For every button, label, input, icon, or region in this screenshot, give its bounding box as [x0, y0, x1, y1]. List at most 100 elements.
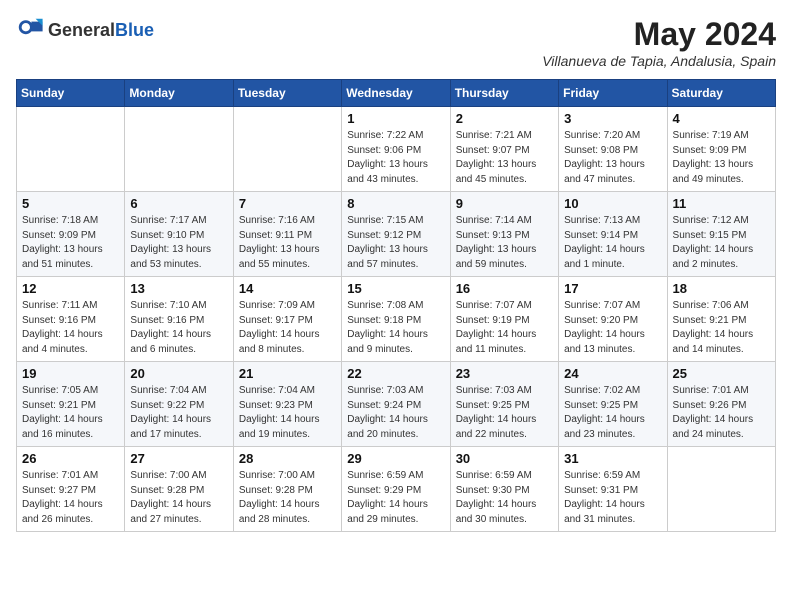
day-info: Sunrise: 7:16 AM Sunset: 9:11 PM Dayligh…	[239, 214, 336, 272]
title-area: May 2024 Villanueva de Tapia, Andalusia,…	[542, 16, 776, 69]
day-number: 19	[22, 366, 119, 381]
calendar-cell: 22 Sunrise: 7:03 AM Sunset: 9:24 PM Dayli…	[342, 362, 450, 447]
day-of-week-saturday: Saturday	[667, 80, 775, 107]
day-number: 5	[22, 196, 119, 211]
day-number: 15	[347, 281, 444, 296]
day-info: Sunrise: 6:59 AM Sunset: 9:29 PM Dayligh…	[347, 469, 444, 527]
calendar-cell: 31 Sunrise: 6:59 AM Sunset: 9:31 PM Dayli…	[559, 447, 667, 532]
calendar-cell: 2 Sunrise: 7:21 AM Sunset: 9:07 PM Daylig…	[450, 107, 558, 192]
calendar-cell: 24Sunrise: 7:02 AM Sunset: 9:25 PM Dayli…	[559, 362, 667, 447]
day-number: 16	[456, 281, 553, 296]
day-number: 23	[456, 366, 553, 381]
calendar-cell: 20 Sunrise: 7:04 AM Sunset: 9:22 PM Dayli…	[125, 362, 233, 447]
day-info: Sunrise: 7:11 AM Sunset: 9:16 PM Dayligh…	[22, 299, 119, 357]
calendar-cell: 21 Sunrise: 7:04 AM Sunset: 9:23 PM Dayli…	[233, 362, 341, 447]
day-number: 10	[564, 196, 661, 211]
day-info: Sunrise: 7:01 AM Sunset: 9:26 PM Dayligh…	[673, 384, 770, 442]
day-number: 13	[130, 281, 227, 296]
calendar-cell: 28 Sunrise: 7:00 AM Sunset: 9:28 PM Dayli…	[233, 447, 341, 532]
day-info: Sunrise: 7:21 AM Sunset: 9:07 PM Dayligh…	[456, 129, 553, 187]
week-row-3: 12 Sunrise: 7:11 AM Sunset: 9:16 PM Dayli…	[17, 277, 776, 362]
day-info: Sunrise: 7:01 AM Sunset: 9:27 PM Dayligh…	[22, 469, 119, 527]
calendar-cell	[667, 447, 775, 532]
day-info: Sunrise: 6:59 AM Sunset: 9:30 PM Dayligh…	[456, 469, 553, 527]
day-info: Sunrise: 7:07 AM Sunset: 9:20 PM Dayligh…	[564, 299, 661, 357]
calendar-cell: 1 Sunrise: 7:22 AM Sunset: 9:06 PM Daylig…	[342, 107, 450, 192]
day-number: 31	[564, 451, 661, 466]
day-number: 20	[130, 366, 227, 381]
day-number: 28	[239, 451, 336, 466]
calendar-cell	[233, 107, 341, 192]
week-row-2: 5 Sunrise: 7:18 AM Sunset: 9:09 PM Daylig…	[17, 192, 776, 277]
day-number: 21	[239, 366, 336, 381]
day-info: Sunrise: 7:18 AM Sunset: 9:09 PM Dayligh…	[22, 214, 119, 272]
week-row-4: 19 Sunrise: 7:05 AM Sunset: 9:21 PM Dayli…	[17, 362, 776, 447]
calendar-cell: 17 Sunrise: 7:07 AM Sunset: 9:20 PM Dayli…	[559, 277, 667, 362]
day-number: 18	[673, 281, 770, 296]
day-of-week-friday: Friday	[559, 80, 667, 107]
calendar-cell: 18 Sunrise: 7:06 AM Sunset: 9:21 PM Dayli…	[667, 277, 775, 362]
calendar-cell	[17, 107, 125, 192]
calendar-cell: 29 Sunrise: 6:59 AM Sunset: 9:29 PM Dayli…	[342, 447, 450, 532]
day-number: 4	[673, 111, 770, 126]
logo: GeneralBlue	[16, 16, 154, 44]
day-info: Sunrise: 7:04 AM Sunset: 9:22 PM Dayligh…	[130, 384, 227, 442]
day-number: 12	[22, 281, 119, 296]
day-info: Sunrise: 7:12 AM Sunset: 9:15 PM Dayligh…	[673, 214, 770, 272]
day-number: 29	[347, 451, 444, 466]
day-info: Sunrise: 7:03 AM Sunset: 9:25 PM Dayligh…	[456, 384, 553, 442]
day-info: Sunrise: 7:15 AM Sunset: 9:12 PM Dayligh…	[347, 214, 444, 272]
day-number: 9	[456, 196, 553, 211]
day-number: 7	[239, 196, 336, 211]
day-info: Sunrise: 7:22 AM Sunset: 9:06 PM Dayligh…	[347, 129, 444, 187]
day-number: 30	[456, 451, 553, 466]
day-info: Sunrise: 7:04 AM Sunset: 9:23 PM Dayligh…	[239, 384, 336, 442]
day-number: 14	[239, 281, 336, 296]
day-of-week-sunday: Sunday	[17, 80, 125, 107]
day-info: Sunrise: 7:03 AM Sunset: 9:24 PM Dayligh…	[347, 384, 444, 442]
day-number: 24	[564, 366, 661, 381]
day-info: Sunrise: 7:06 AM Sunset: 9:21 PM Dayligh…	[673, 299, 770, 357]
day-number: 27	[130, 451, 227, 466]
calendar-cell: 26 Sunrise: 7:01 AM Sunset: 9:27 PM Dayli…	[17, 447, 125, 532]
calendar-cell: 6Sunrise: 7:17 AM Sunset: 9:10 PM Daylig…	[125, 192, 233, 277]
calendar-cell: 14Sunrise: 7:09 AM Sunset: 9:17 PM Dayli…	[233, 277, 341, 362]
day-info: Sunrise: 7:00 AM Sunset: 9:28 PM Dayligh…	[130, 469, 227, 527]
day-info: Sunrise: 7:00 AM Sunset: 9:28 PM Dayligh…	[239, 469, 336, 527]
day-info: Sunrise: 7:19 AM Sunset: 9:09 PM Dayligh…	[673, 129, 770, 187]
calendar-cell: 27 Sunrise: 7:00 AM Sunset: 9:28 PM Dayli…	[125, 447, 233, 532]
day-number: 22	[347, 366, 444, 381]
logo-icon	[16, 16, 44, 44]
day-of-week-wednesday: Wednesday	[342, 80, 450, 107]
header: GeneralBlue May 2024 Villanueva de Tapia…	[16, 16, 776, 69]
day-info: Sunrise: 7:08 AM Sunset: 9:18 PM Dayligh…	[347, 299, 444, 357]
day-info: Sunrise: 7:07 AM Sunset: 9:19 PM Dayligh…	[456, 299, 553, 357]
day-info: Sunrise: 7:13 AM Sunset: 9:14 PM Dayligh…	[564, 214, 661, 272]
day-of-week-monday: Monday	[125, 80, 233, 107]
calendar-cell: 25 Sunrise: 7:01 AM Sunset: 9:26 PM Dayli…	[667, 362, 775, 447]
calendar-cell: 5 Sunrise: 7:18 AM Sunset: 9:09 PM Daylig…	[17, 192, 125, 277]
day-number: 8	[347, 196, 444, 211]
week-row-1: 1 Sunrise: 7:22 AM Sunset: 9:06 PM Daylig…	[17, 107, 776, 192]
calendar-cell: 8 Sunrise: 7:15 AM Sunset: 9:12 PM Daylig…	[342, 192, 450, 277]
day-number: 26	[22, 451, 119, 466]
calendar-cell: 4 Sunrise: 7:19 AM Sunset: 9:09 PM Daylig…	[667, 107, 775, 192]
day-number: 1	[347, 111, 444, 126]
calendar-cell: 3Sunrise: 7:20 AM Sunset: 9:08 PM Daylig…	[559, 107, 667, 192]
logo-text: GeneralBlue	[48, 20, 154, 41]
month-year: May 2024	[542, 16, 776, 53]
day-number: 11	[673, 196, 770, 211]
day-number: 2	[456, 111, 553, 126]
logo-blue: Blue	[115, 20, 154, 40]
day-info: Sunrise: 7:10 AM Sunset: 9:16 PM Dayligh…	[130, 299, 227, 357]
calendar-cell: 30 Sunrise: 6:59 AM Sunset: 9:30 PM Dayli…	[450, 447, 558, 532]
calendar-cell: 9Sunrise: 7:14 AM Sunset: 9:13 PM Daylig…	[450, 192, 558, 277]
calendar-cell: 19 Sunrise: 7:05 AM Sunset: 9:21 PM Dayli…	[17, 362, 125, 447]
day-number: 25	[673, 366, 770, 381]
day-info: Sunrise: 6:59 AM Sunset: 9:31 PM Dayligh…	[564, 469, 661, 527]
day-info: Sunrise: 7:05 AM Sunset: 9:21 PM Dayligh…	[22, 384, 119, 442]
calendar-cell: 16 Sunrise: 7:07 AM Sunset: 9:19 PM Dayli…	[450, 277, 558, 362]
calendar-cell: 11 Sunrise: 7:12 AM Sunset: 9:15 PM Dayli…	[667, 192, 775, 277]
day-info: Sunrise: 7:20 AM Sunset: 9:08 PM Dayligh…	[564, 129, 661, 187]
day-number: 17	[564, 281, 661, 296]
